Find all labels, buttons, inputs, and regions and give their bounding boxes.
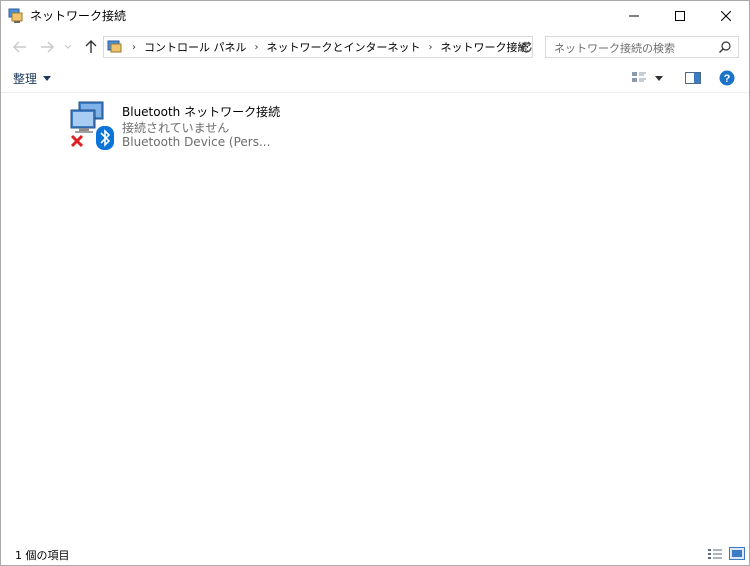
window-title: ネットワーク接続: [30, 9, 127, 23]
up-button[interactable]: [81, 37, 101, 57]
disconnected-x-icon: [70, 134, 84, 148]
back-button[interactable]: [10, 37, 30, 57]
view-options-icon: [632, 72, 646, 82]
preview-pane-icon: [685, 72, 701, 84]
connection-name: Bluetooth ネットワーク接続: [122, 105, 281, 119]
help-icon: ?: [719, 70, 735, 86]
connection-status: 接続されていません: [122, 121, 230, 135]
details-view-button[interactable]: [707, 546, 723, 562]
forward-button[interactable]: [37, 37, 57, 57]
title-bar[interactable]: ネットワーク接続: [1, 1, 749, 31]
status-bar: 1 個の項目: [1, 544, 749, 565]
command-bar: 整理 ?: [1, 63, 749, 93]
svg-text:?: ?: [724, 73, 731, 85]
breadcrumb-separator-icon[interactable]: ›: [423, 42, 439, 53]
up-arrow-icon: [85, 40, 97, 53]
recent-locations-button[interactable]: [61, 37, 75, 57]
breadcrumb-separator-icon[interactable]: ›: [249, 42, 265, 53]
refresh-button[interactable]: [517, 36, 535, 58]
breadcrumb-separator-icon[interactable]: ›: [126, 42, 142, 53]
refresh-icon: [520, 41, 532, 53]
organize-button[interactable]: 整理: [13, 68, 52, 88]
bluetooth-network-adapter-icon: [69, 100, 117, 150]
minimize-button[interactable]: [611, 1, 657, 31]
chevron-down-icon: [64, 44, 72, 49]
connection-device: Bluetooth Device (Pers...: [122, 135, 271, 149]
dropdown-arrow-icon: [655, 75, 663, 81]
list-item[interactable]: Bluetooth ネットワーク接続 接続されていません Bluetooth D…: [69, 100, 280, 152]
search-placeholder: ネットワーク接続の検索: [554, 42, 675, 55]
organize-label: 整理: [13, 71, 38, 86]
dropdown-arrow-icon: [43, 75, 52, 81]
help-button[interactable]: ?: [719, 68, 735, 88]
bluetooth-icon: [96, 126, 114, 150]
breadcrumb: › コントロール パネル › ネットワークとインターネット › ネットワーク接続: [126, 37, 531, 57]
explorer-window: ネットワーク接続 › コントロール パネル › ネットワークとインターネット ›…: [0, 0, 750, 566]
control-panel-icon: [107, 39, 123, 55]
item-count: 1 個の項目: [15, 549, 70, 562]
address-bar[interactable]: › コントロール パネル › ネットワークとインターネット › ネットワーク接続: [103, 36, 533, 58]
change-view-button[interactable]: [631, 68, 647, 88]
forward-arrow-icon: [41, 41, 54, 53]
breadcrumb-control-panel[interactable]: コントロール パネル: [142, 39, 249, 55]
large-icons-view-icon: [729, 547, 745, 560]
navigation-bar: › コントロール パネル › ネットワークとインターネット › ネットワーク接続…: [1, 31, 749, 63]
view-options-dropdown[interactable]: [655, 68, 663, 88]
search-icon[interactable]: [718, 40, 732, 54]
details-view-icon: [708, 549, 722, 559]
close-button[interactable]: [703, 1, 749, 31]
network-connections-icon: [8, 8, 24, 24]
back-arrow-icon: [13, 41, 26, 53]
search-input[interactable]: ネットワーク接続の検索: [545, 36, 739, 58]
large-icons-view-button[interactable]: [729, 546, 745, 562]
maximize-button[interactable]: [657, 1, 703, 31]
preview-pane-button[interactable]: [685, 68, 701, 88]
breadcrumb-network-internet[interactable]: ネットワークとインターネット: [265, 39, 423, 55]
